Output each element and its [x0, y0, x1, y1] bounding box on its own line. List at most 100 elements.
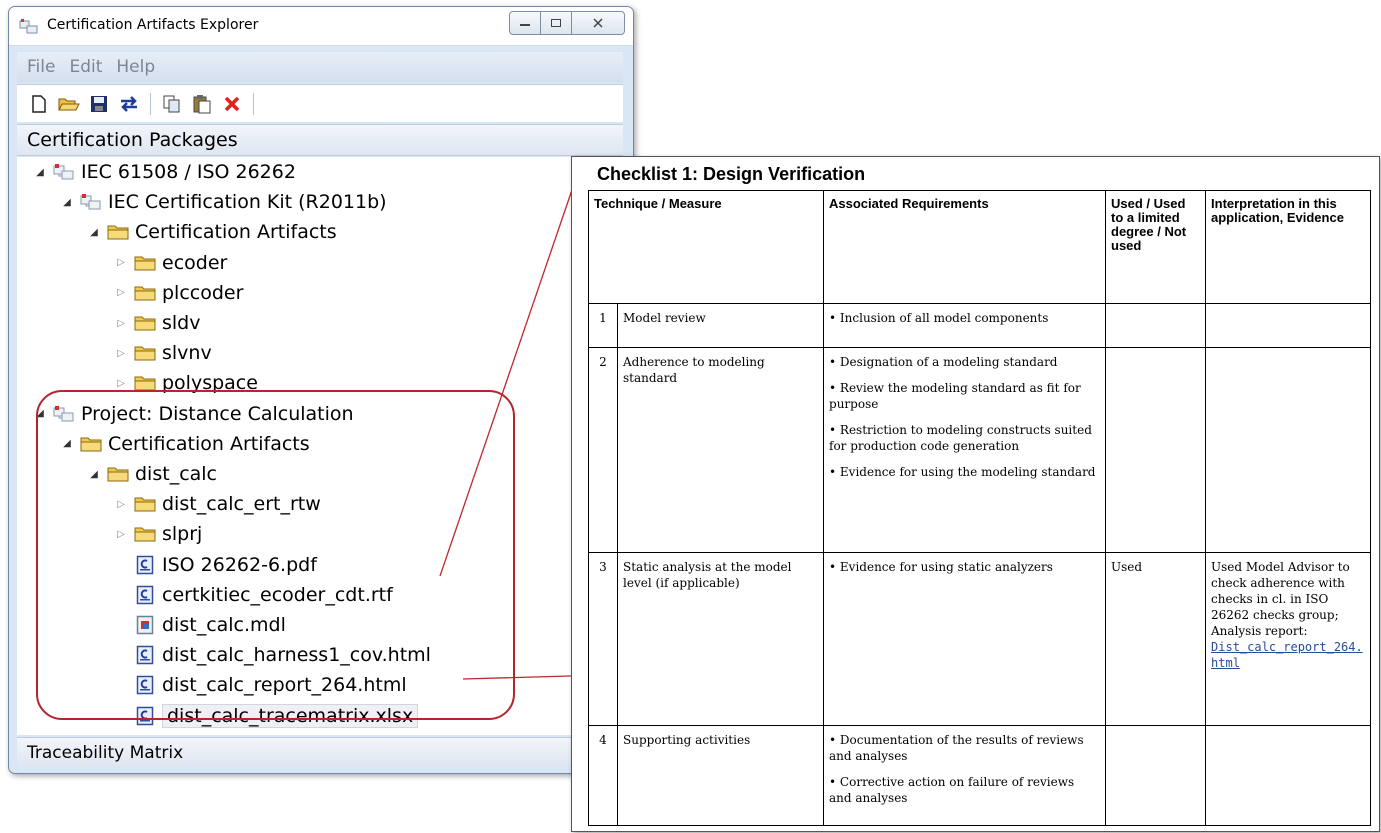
requirements-cell: • Inclusion of all model components	[823, 303, 1107, 348]
expanded-arrow-icon[interactable]: ◢	[60, 438, 74, 449]
requirements-cell: • Evidence for using static analyzers	[823, 552, 1107, 726]
toolbar-separator	[150, 92, 151, 115]
collapsed-arrow-icon[interactable]: ▷	[114, 348, 128, 359]
table-row: 2 Adherence to modeling standard • Desig…	[588, 347, 1372, 553]
menu-edit[interactable]: Edit	[69, 57, 102, 77]
technique-cell: Adherence to modeling standard	[616, 347, 825, 553]
interpretation-cell	[1205, 347, 1372, 553]
delete-icon	[224, 96, 240, 111]
tree-item[interactable]: dist_calc_report_264.html	[114, 671, 407, 699]
tree-item[interactable]: certkitiec_ecoder_cdt.rtf	[114, 581, 393, 609]
explorer-window: Certification Artifacts Explorer File Ed…	[8, 6, 634, 774]
used-cell	[1105, 347, 1207, 553]
technique-cell: Supporting activities	[616, 725, 825, 826]
used-cell	[1105, 303, 1207, 348]
collapsed-arrow-icon[interactable]: ▷	[114, 529, 128, 540]
copy-button[interactable]	[160, 92, 184, 116]
tree-item[interactable]: dist_calc.mdl	[114, 611, 286, 639]
window-title: Certification Artifacts Explorer	[47, 17, 259, 33]
new-file-button[interactable]	[27, 92, 51, 116]
maximize-icon	[551, 19, 561, 27]
tree-item[interactable]: ▷ slprj	[114, 520, 202, 548]
document-icon	[134, 706, 156, 726]
folder-icon	[134, 253, 156, 273]
close-button[interactable]	[572, 11, 625, 35]
folder-icon	[134, 373, 156, 393]
paste-icon	[193, 94, 211, 113]
tree-item-label: Certification Artifacts	[135, 221, 337, 244]
tree-item[interactable]: ▷ plccoder	[114, 279, 243, 307]
tree-item[interactable]: ◢ dist_calc	[87, 460, 217, 488]
tree-item-label: plccoder	[162, 281, 244, 304]
interpretation-cell: Used Model Advisor to check adherence wi…	[1205, 552, 1372, 726]
tree-item[interactable]: dist_calc_tracematrix.xlsx	[114, 702, 419, 730]
folder-icon	[134, 313, 156, 333]
folder-icon	[134, 494, 156, 514]
tree-item[interactable]: ◢ IEC 61508 / ISO 26262	[33, 158, 296, 186]
minimize-button[interactable]	[509, 11, 541, 35]
requirement-item: • Evidence for using static analyzers	[829, 560, 1053, 574]
expanded-arrow-icon[interactable]: ◢	[33, 408, 47, 419]
tree-item[interactable]: ▷ ecoder	[114, 249, 227, 277]
delete-button[interactable]	[220, 92, 244, 116]
tree-item-label: dist_calc.mdl	[162, 614, 286, 636]
row-number: 2	[588, 347, 618, 553]
certification-packages-header: Certification Packages	[17, 124, 623, 156]
traceability-matrix-header[interactable]: Traceability Matrix	[17, 737, 623, 767]
menu-file[interactable]: File	[27, 57, 55, 77]
requirement-item: • Inclusion of all model components	[829, 311, 1049, 325]
requirements-cell: • Designation of a modeling standard • R…	[823, 347, 1107, 553]
paste-button[interactable]	[190, 92, 214, 116]
requirement-item: • Documentation of the results of review…	[829, 733, 1084, 763]
package-icon	[53, 162, 75, 182]
checklist-title: Checklist 1: Design Verification	[597, 164, 866, 184]
save-button[interactable]	[87, 92, 111, 116]
expanded-arrow-icon[interactable]: ◢	[33, 167, 47, 178]
tree-item[interactable]: ◢ Certification Artifacts	[87, 218, 337, 246]
tree-item-label: certkitiec_ecoder_cdt.rtf	[162, 583, 393, 606]
tree-item-label: Project: Distance Calculation	[81, 402, 354, 425]
collapsed-arrow-icon[interactable]: ▷	[114, 499, 128, 510]
collapsed-arrow-icon[interactable]: ▷	[114, 378, 128, 389]
tree-item[interactable]: ◢ Project: Distance Calculation	[33, 400, 354, 428]
tree-item[interactable]: ◢ IEC Certification Kit (R2011b)	[60, 188, 386, 216]
table-row: 1 Model review • Inclusion of all model …	[588, 303, 1372, 348]
table-row: 4 Supporting activities • Documentation …	[588, 725, 1372, 826]
analysis-report-link[interactable]: Dist_calc_report_264.html	[1211, 640, 1363, 670]
technique-cell: Static analysis at the model level (if a…	[616, 552, 825, 726]
expanded-arrow-icon[interactable]: ◢	[60, 197, 74, 208]
used-cell	[1105, 725, 1207, 826]
close-icon	[593, 18, 603, 28]
open-button[interactable]	[57, 92, 81, 116]
tree-item-label: polyspace	[162, 372, 258, 395]
header-requirements: Associated Requirements	[823, 190, 1107, 304]
package-icon	[53, 404, 75, 424]
maximize-button[interactable]	[541, 11, 572, 35]
new-file-icon	[32, 94, 46, 113]
tree-item[interactable]: ▷ sldv	[114, 309, 200, 337]
technique-cell: Model review	[616, 303, 825, 348]
requirements-cell: • Documentation of the results of review…	[823, 725, 1107, 826]
tree-item[interactable]: ISO 26262-6.pdf	[114, 551, 317, 579]
collapsed-arrow-icon[interactable]: ▷	[114, 287, 128, 298]
menu-help[interactable]: Help	[116, 57, 155, 77]
toolbar-separator	[253, 92, 254, 115]
row-number: 3	[588, 552, 618, 726]
header-used: Used / Used to a limited degree / Not us…	[1105, 190, 1207, 304]
tree-item-label: slvnv	[162, 342, 212, 365]
tree-item[interactable]: ◢ Certification Artifacts	[60, 430, 310, 458]
tree-item[interactable]: dist_calc_harness1_cov.html	[114, 641, 431, 669]
document-icon	[134, 585, 156, 605]
menu-bar: File Edit Help	[17, 52, 623, 82]
collapsed-arrow-icon[interactable]: ▷	[114, 318, 128, 329]
collapsed-arrow-icon[interactable]: ▷	[114, 257, 128, 268]
row-number: 4	[588, 725, 618, 826]
expanded-arrow-icon[interactable]: ◢	[87, 227, 101, 238]
tree-item[interactable]: ▷ slvnv	[114, 339, 212, 367]
expanded-arrow-icon[interactable]: ◢	[87, 469, 101, 480]
sync-button[interactable]	[117, 92, 141, 116]
used-cell: Used	[1105, 552, 1207, 726]
tree-item[interactable]: ▷ polyspace	[114, 369, 258, 397]
tree-item[interactable]: ▷ dist_calc_ert_rtw	[114, 490, 321, 518]
folder-icon	[80, 434, 102, 454]
